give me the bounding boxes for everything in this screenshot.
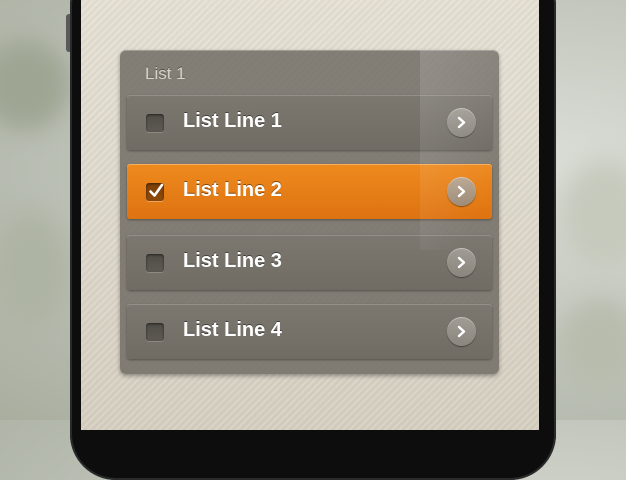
list-item[interactable]: List Line 1 <box>127 95 492 150</box>
list-item-label: List Line 4 <box>183 319 282 341</box>
chevron-right-icon <box>457 185 466 198</box>
background-blur <box>0 40 70 130</box>
chevron-right-icon <box>457 256 466 269</box>
disclosure-button[interactable] <box>447 317 476 346</box>
disclosure-button[interactable] <box>447 177 476 206</box>
list-item[interactable]: List Line 2 <box>127 164 492 219</box>
check-icon <box>149 183 164 197</box>
list-item-label: List Line 1 <box>183 110 282 132</box>
checkbox[interactable] <box>146 254 164 272</box>
chevron-right-icon <box>457 116 466 129</box>
chevron-right-icon <box>457 325 466 338</box>
background-blur <box>560 300 626 390</box>
list-item[interactable]: List Line 3 <box>127 235 492 290</box>
checkbox[interactable] <box>146 183 164 201</box>
disclosure-button[interactable] <box>447 108 476 137</box>
background-blur <box>0 210 70 330</box>
background-blur <box>560 160 626 270</box>
checkbox[interactable] <box>146 323 164 341</box>
disclosure-button[interactable] <box>447 248 476 277</box>
list-item-label: List Line 3 <box>183 250 282 272</box>
list-item-label: List Line 2 <box>183 179 282 201</box>
checkbox[interactable] <box>146 114 164 132</box>
list-item[interactable]: List Line 4 <box>127 304 492 359</box>
list-title: List 1 <box>145 64 186 83</box>
